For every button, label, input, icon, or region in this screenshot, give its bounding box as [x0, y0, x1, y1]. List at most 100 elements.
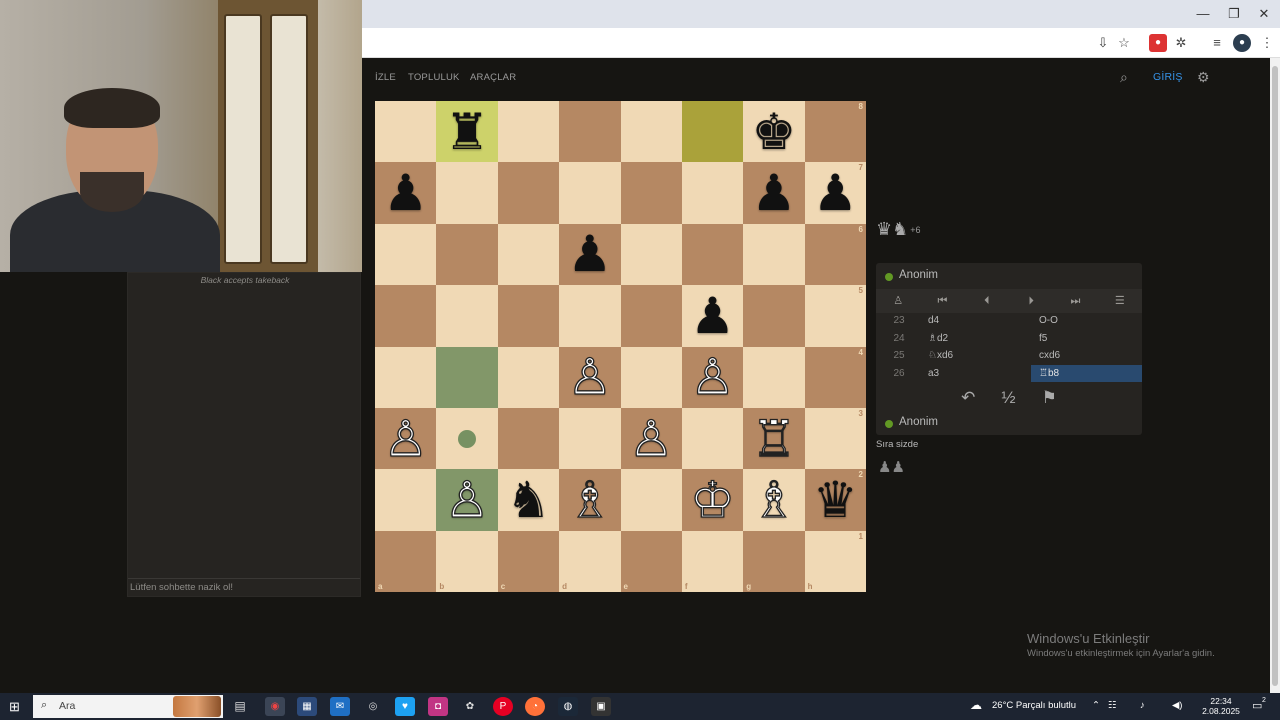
piece-g7[interactable]: ♟ [752, 168, 797, 218]
weather-text[interactable]: 26°C Parçalı bulutlu [992, 700, 1076, 711]
black-move[interactable]: ♖b8 [1031, 364, 1142, 382]
taskbar-search[interactable]: ⌕ Ara [33, 695, 223, 718]
chrome-app-icon[interactable]: ◉ [265, 697, 285, 716]
piece-a7[interactable]: ♟ [383, 168, 428, 218]
media-control-icon[interactable]: ≡ [1208, 34, 1226, 52]
takeback-icon[interactable]: ↶ [961, 388, 975, 408]
terminal-app-icon[interactable]: ▣ [591, 697, 611, 716]
pinterest-app-icon[interactable]: P [493, 697, 513, 716]
square-b7[interactable] [436, 162, 498, 224]
profile-avatar-icon[interactable]: ● [1233, 34, 1251, 52]
square-c8[interactable] [497, 101, 560, 163]
piece-f2[interactable]: ♔ [689, 474, 735, 525]
square-f1[interactable]: f [681, 530, 744, 592]
taskbar-clock[interactable]: 22:34 2.08.2025 [1198, 696, 1244, 716]
square-e1[interactable]: e [620, 530, 682, 592]
piece-g2[interactable]: ♗ [751, 474, 797, 525]
search-icon[interactable]: ⌕ [1120, 69, 1128, 86]
nav-tools[interactable]: ARAÇLAR [470, 72, 516, 83]
square-h8[interactable]: 8 [804, 101, 866, 163]
square-f4[interactable]: ♙ [681, 346, 744, 408]
square-e2[interactable] [620, 469, 682, 531]
minimize-button[interactable]: — [1188, 6, 1218, 21]
square-c1[interactable]: c [497, 530, 560, 592]
square-a5[interactable] [375, 285, 437, 347]
square-c6[interactable] [497, 223, 560, 286]
square-h5[interactable]: 5 [804, 285, 866, 347]
prev-move-icon[interactable]: ⏴ [965, 289, 1009, 313]
square-d1[interactable]: d [559, 530, 621, 592]
square-a8[interactable] [375, 101, 437, 163]
square-a6[interactable] [375, 223, 437, 286]
white-move[interactable]: a3 [922, 365, 1031, 383]
microphone-icon[interactable]: ♪ [1140, 700, 1145, 711]
white-move[interactable]: d4 [922, 312, 1031, 330]
square-c2[interactable]: ♞ [497, 469, 560, 531]
first-move-icon[interactable]: ⏮ [920, 289, 964, 313]
last-move-icon[interactable]: ⏭ [1053, 289, 1097, 313]
offer-draw-button[interactable]: ½ [1001, 388, 1015, 408]
piece-b8[interactable]: ♜ [445, 107, 490, 157]
next-move-icon[interactable]: ⏵ [1009, 289, 1053, 313]
square-h1[interactable]: 1h [804, 530, 866, 592]
piece-g3[interactable]: ♖ [751, 413, 797, 464]
square-b2[interactable]: ♙ [436, 469, 498, 531]
browser-menu-icon[interactable]: ⋮ [1258, 34, 1276, 52]
square-d3[interactable] [559, 407, 621, 470]
chat-input[interactable]: Lütfen sohbette nazik ol! [128, 578, 360, 596]
square-b6[interactable] [436, 223, 498, 286]
square-g4[interactable] [743, 346, 805, 408]
square-a3[interactable]: ♙ [375, 407, 437, 470]
square-f7[interactable] [681, 162, 744, 224]
square-e5[interactable] [620, 285, 682, 347]
resign-flag-icon[interactable]: ⚑ [1042, 388, 1057, 408]
square-f5[interactable]: ♟ [681, 285, 744, 347]
firefox-app-icon[interactable]: ◔ [525, 697, 545, 716]
task-view-icon[interactable]: ▤ [230, 697, 250, 716]
square-e4[interactable] [620, 346, 682, 408]
square-g8[interactable]: ♚ [743, 101, 805, 163]
piece-d4[interactable]: ♙ [567, 352, 613, 403]
square-d7[interactable] [559, 162, 621, 224]
square-g1[interactable]: g [743, 530, 805, 592]
settings-gear-icon[interactable]: ⚙ [1197, 69, 1210, 86]
piece-c2[interactable]: ♞ [506, 475, 551, 525]
windows-start-icon[interactable]: ⊞ [9, 699, 20, 715]
square-a1[interactable]: a [375, 530, 437, 592]
square-h2[interactable]: ♛ 2 [804, 469, 866, 531]
square-h4[interactable]: 4 [804, 346, 866, 408]
square-h6[interactable]: 6 [804, 223, 866, 286]
black-move[interactable]: O-O [1031, 312, 1142, 330]
square-d4[interactable]: ♙ [559, 346, 621, 408]
steam-app-icon[interactable]: ◍ [558, 697, 578, 716]
obs-app-icon[interactable]: ◎ [363, 697, 383, 716]
square-c5[interactable] [497, 285, 560, 347]
square-b3[interactable] [436, 407, 498, 470]
square-f3[interactable] [681, 407, 744, 470]
black-move[interactable]: f5 [1031, 330, 1142, 348]
square-e3[interactable]: ♙ [620, 407, 682, 470]
square-a4[interactable] [375, 346, 437, 408]
square-d5[interactable] [559, 285, 621, 347]
store-app-icon[interactable]: ▦ [297, 697, 317, 716]
square-g7[interactable]: ♟ [743, 162, 805, 224]
bottom-player[interactable]: Anonim [876, 410, 1142, 436]
square-d6[interactable]: ♟ [559, 223, 621, 286]
piece-g8[interactable]: ♚ [752, 107, 797, 157]
top-player[interactable]: Anonim [876, 263, 1142, 289]
extensions-puzzle-icon[interactable]: ✲ [1172, 34, 1190, 52]
volume-icon[interactable]: ◀) [1172, 700, 1182, 711]
square-h7[interactable]: ♟ 7 [804, 162, 866, 224]
square-e7[interactable] [620, 162, 682, 224]
square-a2[interactable] [375, 469, 437, 531]
legal-move-dot[interactable] [458, 429, 477, 448]
piece-d6[interactable]: ♟ [567, 229, 612, 279]
instagram-app-icon[interactable]: ◘ [428, 697, 448, 716]
piece-f5[interactable]: ♟ [690, 291, 735, 341]
piece-b2[interactable]: ♙ [444, 474, 490, 525]
square-b1[interactable]: b [436, 530, 498, 592]
tray-overflow-icon[interactable]: ⌃ [1092, 700, 1100, 711]
square-g3[interactable]: ♖ [743, 407, 805, 470]
white-move[interactable]: ♘xd6 [922, 347, 1031, 365]
square-f2[interactable]: ♔ [681, 469, 744, 531]
